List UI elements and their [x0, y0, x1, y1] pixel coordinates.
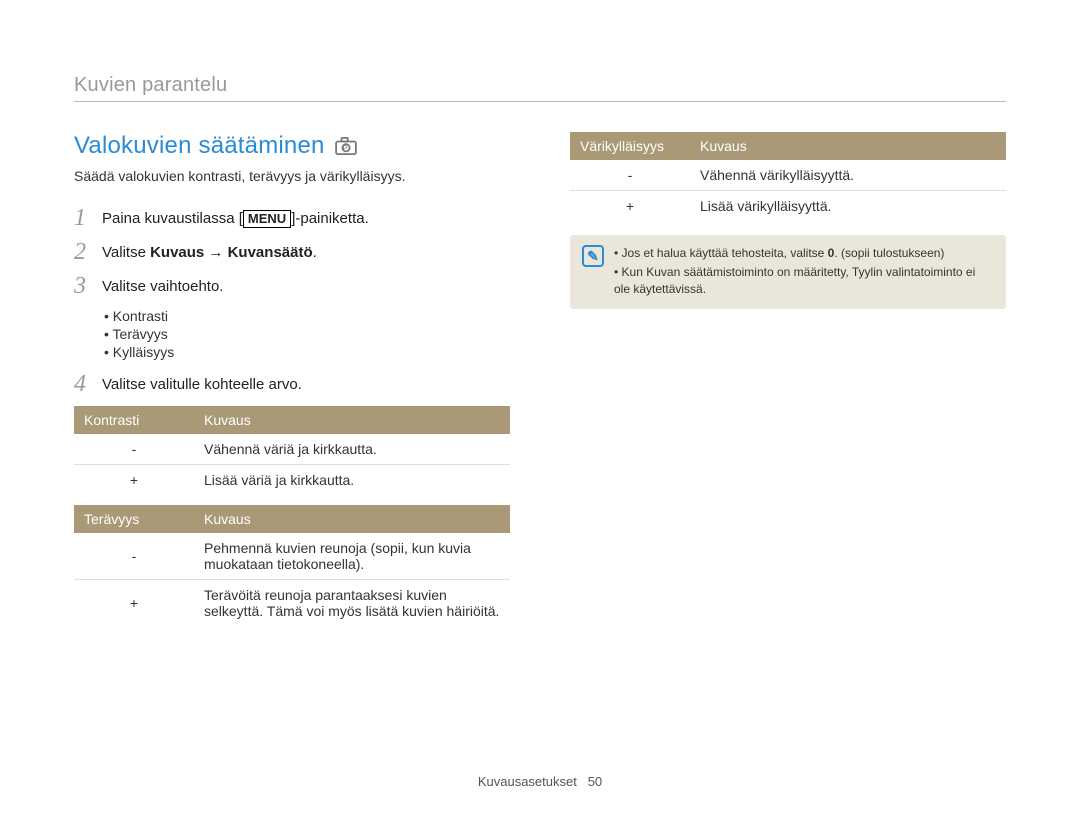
- table-varikyllaisyys: Värikylläisyys Kuvaus - Vähennä värikyll…: [570, 132, 1006, 221]
- table-row: + Lisää värikylläisyyttä.: [570, 191, 1006, 222]
- table-cell: +: [74, 580, 194, 627]
- list-item: Kun Kuvan säätämistoiminto on määritetty…: [614, 264, 994, 298]
- note-1a: Jos et halua käyttää tehosteita, valitse: [622, 246, 828, 260]
- step-2-num: 2: [74, 240, 92, 264]
- table-cell: Pehmennä kuvien reunoja (sopii, kun kuvi…: [194, 533, 510, 580]
- table-cell: -: [570, 160, 690, 191]
- note-icon: ✎: [582, 245, 604, 267]
- table-row: Terävyys Kuvaus: [74, 505, 510, 533]
- step-1: 1 Paina kuvaustilassa [MENU]-painiketta.: [74, 206, 510, 230]
- intro-text: Säädä valokuvien kontrasti, terävyys ja …: [74, 168, 510, 184]
- table-cell: -: [74, 533, 194, 580]
- section-title: Valokuvien säätäminen P: [74, 132, 510, 160]
- left-column: Valokuvien säätäminen P Säädä valokuvien…: [74, 132, 510, 636]
- table-cell: -: [74, 434, 194, 465]
- footer-page: 50: [588, 774, 602, 789]
- step-3-num: 3: [74, 274, 92, 298]
- step-4-num: 4: [74, 372, 92, 396]
- step-4-body: Valitse valitulle kohteelle arvo.: [102, 372, 302, 393]
- step-3: 3 Valitse vaihtoehto.: [74, 274, 510, 298]
- section-title-text: Valokuvien säätäminen: [74, 132, 325, 160]
- bullet-teravyys: Terävyys: [104, 326, 510, 342]
- step-4: 4 Valitse valitulle kohteelle arvo.: [74, 372, 510, 396]
- step-2-bold: Kuvaus → Kuvansäätö: [150, 244, 313, 261]
- table-header-kuvaus: Kuvaus: [194, 505, 510, 533]
- table-kontrasti: Kontrasti Kuvaus - Vähennä väriä ja kirk…: [74, 406, 510, 495]
- table-cell: +: [74, 465, 194, 496]
- note-box: ✎ Jos et halua käyttää tehosteita, valit…: [570, 235, 1006, 309]
- table-header-kontrasti: Kontrasti: [74, 406, 194, 434]
- step-2: 2 Valitse Kuvaus → Kuvansäätö.: [74, 240, 510, 264]
- table-header-kuvaus: Kuvaus: [194, 406, 510, 434]
- table-header-teravyys: Terävyys: [74, 505, 194, 533]
- table-row: Kontrasti Kuvaus: [74, 406, 510, 434]
- right-column: Värikylläisyys Kuvaus - Vähennä värikyll…: [570, 132, 1006, 636]
- table-cell: Lisää väriä ja kirkkautta.: [194, 465, 510, 496]
- table-cell: +: [570, 191, 690, 222]
- table-cell: Lisää värikylläisyyttä.: [690, 191, 1006, 222]
- camera-icon: P: [333, 136, 359, 156]
- bullet-kontrasti: Kontrasti: [104, 308, 510, 324]
- bullet-kyllaisyys: Kylläisyys: [104, 344, 510, 360]
- table-row: + Terävöitä reunoja parantaaksesi kuvien…: [74, 580, 510, 627]
- option-bullets: Kontrasti Terävyys Kylläisyys: [104, 308, 510, 360]
- table-row: - Vähennä värikylläisyyttä.: [570, 160, 1006, 191]
- footer: Kuvausasetukset 50: [0, 774, 1080, 789]
- note-1c: . (sopii tulostukseen): [834, 246, 944, 260]
- table-cell: Terävöitä reunoja parantaaksesi kuvien s…: [194, 580, 510, 627]
- page-header: Kuvien parantelu: [74, 74, 1006, 102]
- table-cell: Vähennä väriä ja kirkkautta.: [194, 434, 510, 465]
- step-1-body: Paina kuvaustilassa [MENU]-painiketta.: [102, 206, 369, 228]
- table-row: - Pehmennä kuvien reunoja (sopii, kun ku…: [74, 533, 510, 580]
- table-row: + Lisää väriä ja kirkkautta.: [74, 465, 510, 496]
- breadcrumb: Kuvien parantelu: [74, 74, 227, 96]
- note-list: Jos et halua käyttää tehosteita, valitse…: [614, 245, 994, 299]
- step-2-post: .: [313, 244, 317, 261]
- menu-button-label: MENU: [243, 210, 291, 228]
- table-header-kuvaus: Kuvaus: [690, 132, 1006, 160]
- step-3-body: Valitse vaihtoehto.: [102, 274, 223, 295]
- step-2-pre: Valitse: [102, 244, 150, 261]
- step-2-body: Valitse Kuvaus → Kuvansäätö.: [102, 240, 317, 261]
- svg-text:P: P: [342, 144, 347, 153]
- table-header-varikyllaisyys: Värikylläisyys: [570, 132, 690, 160]
- table-row: Värikylläisyys Kuvaus: [570, 132, 1006, 160]
- content: Valokuvien säätäminen P Säädä valokuvien…: [74, 132, 1006, 636]
- table-row: - Vähennä väriä ja kirkkautta.: [74, 434, 510, 465]
- table-teravyys: Terävyys Kuvaus - Pehmennä kuvien reunoj…: [74, 505, 510, 626]
- step-1-num: 1: [74, 206, 92, 230]
- footer-section: Kuvausasetukset: [478, 774, 577, 789]
- step-1-pre: Paina kuvaustilassa [: [102, 210, 243, 227]
- step-1-post: ]-painiketta.: [291, 210, 369, 227]
- list-item: Jos et halua käyttää tehosteita, valitse…: [614, 245, 994, 262]
- table-cell: Vähennä värikylläisyyttä.: [690, 160, 1006, 191]
